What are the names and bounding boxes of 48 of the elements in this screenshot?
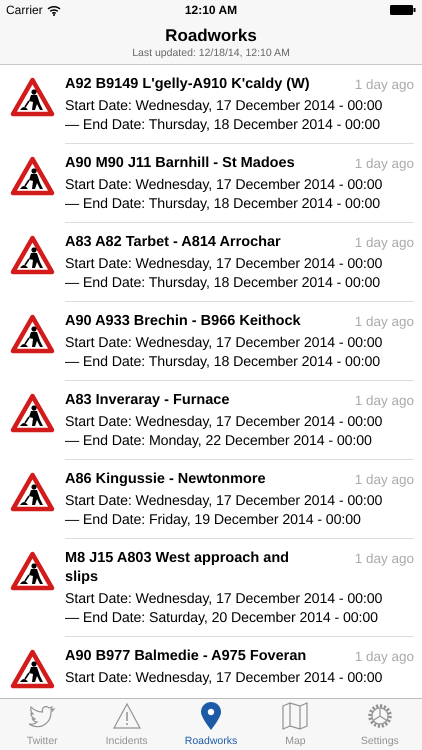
roadworks-sign-icon — [10, 156, 55, 196]
last-updated-label: Last updated: 12/18/14, 12:10 AM — [132, 46, 290, 58]
carrier-label: Carrier — [6, 3, 43, 17]
start-date-text: Start Date: Wednesday, 17 December 2014 - 00:00 — [65, 97, 384, 116]
roadworks-title[interactable]: A83 Inveraray - Furnace — [65, 391, 230, 410]
roadworks-title[interactable]: M8 J15 A803 West approach and slips — [65, 549, 320, 587]
time-ago-label: 1 day ago — [354, 392, 414, 410]
roadworks-title[interactable]: A83 A82 Tarbet - A814 Arrochar — [65, 233, 281, 252]
time-ago-label: 1 day ago — [354, 313, 414, 331]
end-date-text: — End Date: Saturday, 20 December 2014 - 00:00 — [65, 609, 379, 628]
roadworks-sign-icon — [10, 649, 55, 689]
start-date-text: Start Date: Wednesday, 17 December 2014 - 00:00 — [65, 669, 384, 688]
roadworks-sign-icon — [10, 551, 55, 591]
roadworks-sign-icon — [10, 235, 55, 275]
end-date-text: — End Date: Thursday, 18 December 2014 - 00:00 — [65, 353, 382, 372]
tab-bar-item[interactable]: Roadworks — [168, 699, 254, 750]
end-date-text: — End Date: Thursday, 18 December 2014 - 00:00 — [65, 274, 382, 293]
roadworks-title[interactable]: A86 Kingussie - Newtonmore — [65, 470, 266, 489]
warning-icon — [112, 701, 142, 731]
time-ago-label: 1 day ago — [354, 471, 414, 489]
start-date-text: Start Date: Wednesday, 17 December 2014 - 00:00 — [65, 413, 384, 432]
time-ago-label: 1 day ago — [354, 648, 414, 666]
roadworks-sign-icon — [10, 314, 55, 354]
end-date-text: — End Date: Thursday, 18 December 2014 - 00:00 — [65, 116, 382, 135]
roadworks-title[interactable]: A90 A933 Brechin - B966 Keithock — [65, 312, 301, 331]
page-title: Roadworks — [165, 26, 257, 46]
roadworks-title[interactable]: A90 M90 J11 Barnhill - St Madoes — [65, 154, 295, 173]
status-time: 12:10 AM — [184, 3, 238, 17]
start-date-text: Start Date: Wednesday, 17 December 2014 - 00:00 — [65, 255, 384, 274]
roadworks-sign-icon — [10, 77, 55, 117]
start-date-text: Start Date: Wednesday, 17 December 2014 - 00:00 — [65, 492, 384, 511]
roadworks-sign-icon — [10, 393, 55, 433]
end-date-text: — End Date: Monday, 22 December 2014 - 00:00 — [65, 432, 373, 451]
time-ago-label: 1 day ago — [354, 234, 414, 252]
roadworks-title[interactable]: A92 B9149 L'gelly-A910 K'caldy (W) — [65, 75, 310, 94]
start-date-text: Start Date: Wednesday, 17 December 2014 - 00:00 — [65, 334, 384, 353]
roadworks-sign-icon — [10, 472, 55, 512]
roadworks-title[interactable]: A90 B977 Balmedie - A975 Foveran — [65, 647, 306, 666]
battery-icon — [390, 5, 416, 15]
start-date-text: Start Date: Wednesday, 17 December 2014 - 00:00 — [65, 590, 384, 609]
map-icon — [280, 701, 310, 731]
end-date-text: — End Date: Friday, 19 December 2014 - 00:00 — [65, 511, 362, 530]
wifi-icon — [46, 4, 61, 16]
time-ago-label: 1 day ago — [354, 76, 414, 94]
start-date-text: Start Date: Wednesday, 17 December 2014 - 00:00 — [65, 176, 384, 195]
end-date-text: — End Date: Thursday, 18 December 2014 - 00:00 — [65, 195, 382, 214]
time-ago-label: 1 day ago — [354, 155, 414, 173]
time-ago-label: 1 day ago — [354, 550, 414, 568]
